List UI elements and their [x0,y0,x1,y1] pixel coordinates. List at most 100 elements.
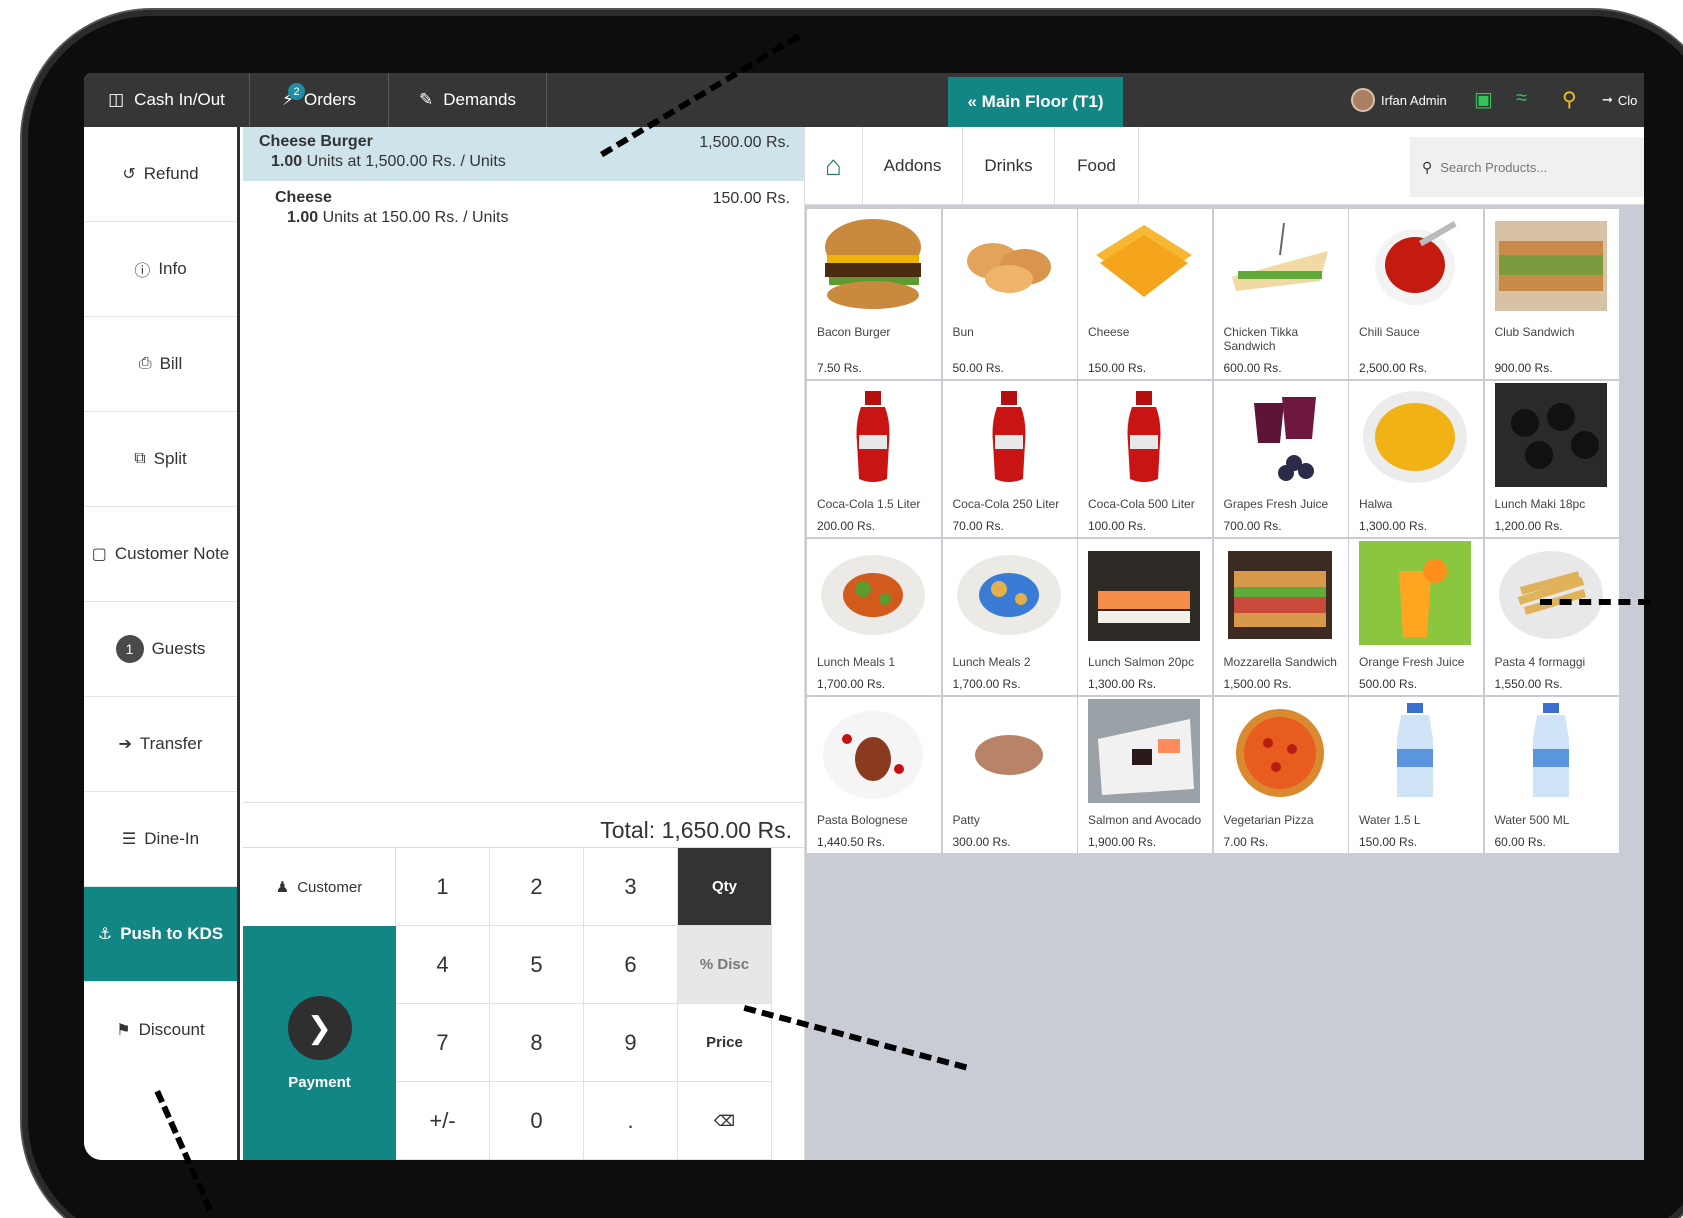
product-card[interactable]: Bun 50.00 Rs. [942,209,1077,379]
close-button[interactable]: ➞ Clo [1602,73,1637,127]
order-line-name: Cheese [275,189,332,206]
product-card[interactable]: Water 1.5 L 150.00 Rs. [1349,697,1483,853]
product-price: 1,500.00 Rs. [1223,677,1292,691]
customer-note-button[interactable]: ▢ Customer Note [84,507,237,602]
product-card[interactable]: Cheese 150.00 Rs. [1078,209,1212,379]
order-line-price: 150.00 Rs. [712,190,790,207]
info-icon: ⓘ [134,263,151,280]
product-card[interactable]: Grapes Fresh Juice 700.00 Rs. [1213,381,1348,537]
undo-icon: ↺ [122,166,136,183]
keypad-key[interactable]: 8 [490,1004,584,1082]
customer-button[interactable]: ♟ Customer [243,848,396,926]
order-line[interactable]: Cheese 150.00 Rs. 1.00 Units at 150.00 R… [243,183,804,237]
wifi-icon[interactable]: ≈ [1516,87,1527,110]
product-card[interactable]: Lunch Maki 18pc 1,200.00 Rs. [1484,381,1619,537]
category-drinks[interactable]: Drinks [963,127,1055,205]
unlock-icon[interactable]: ⚲ [1562,87,1577,112]
product-card[interactable]: Patty 300.00 Rs. [942,697,1077,853]
keypad-key[interactable]: Price [678,1004,772,1082]
category-food[interactable]: Food [1055,127,1139,205]
bill-button[interactable]: ⎙ Bill [84,317,237,412]
product-card[interactable]: Mozzarella Sandwich 1,500.00 Rs. [1213,539,1348,695]
transfer-button[interactable]: ➔ Transfer [84,697,237,792]
tag-icon: ⚑ [116,1021,131,1039]
guests-button[interactable]: 1 Guests [84,602,237,697]
discount-button[interactable]: ⚑ Discount [84,982,237,1077]
push-to-kds-button[interactable]: ⚓ Push to KDS [84,887,237,982]
product-card[interactable]: Coca-Cola 250 Liter 70.00 Rs. [942,381,1077,537]
keypad-key[interactable]: ⌫ [678,1082,772,1160]
keypad-key[interactable]: 6 [584,926,678,1004]
product-image [1084,697,1204,805]
note-icon: ▢ [91,546,107,563]
product-card[interactable]: Halwa 1,300.00 Rs. [1349,381,1483,537]
monitor-icon[interactable]: ▣ [1474,87,1493,112]
product-card[interactable]: Water 500 ML 60.00 Rs. [1484,697,1619,853]
product-image [1355,381,1475,489]
product-name: Chili Sauce [1359,325,1420,339]
split-button[interactable]: ⧉ Split [84,412,237,507]
product-card[interactable]: Pasta 4 formaggi 1,550.00 Rs. [1484,539,1619,695]
home-category-button[interactable]: ⌂ [805,127,863,205]
order-line-qty: 1.00 [287,209,319,226]
product-price: 600.00 Rs. [1223,361,1282,375]
order-line[interactable]: Cheese Burger 1,500.00 Rs. 1.00 Units at… [243,127,804,181]
push-kds-label: Push to KDS [120,924,224,943]
product-card[interactable]: Chili Sauce 2,500.00 Rs. [1349,209,1483,379]
keypad-key[interactable]: 2 [490,848,584,926]
payment-button[interactable]: ❯ Payment [243,926,396,1160]
product-image [1491,697,1611,805]
product-price: 1,900.00 Rs. [1088,835,1157,849]
product-card[interactable]: Bacon Burger 7.50 Rs. [807,209,941,379]
product-card[interactable]: Pasta Bolognese 1,440.50 Rs. [807,697,941,853]
dine-in-button[interactable]: ☰ Dine-In [84,792,237,887]
product-card[interactable]: Chicken Tikka Sandwich 600.00 Rs. [1213,209,1348,379]
orders-button[interactable]: ⚡ 2 Orders [250,73,389,127]
cash-in-out-button[interactable]: ◫ Cash In/Out [84,73,250,127]
product-card[interactable]: Orange Fresh Juice 500.00 Rs. [1349,539,1483,695]
product-name: Lunch Salmon 20pc [1088,655,1195,669]
demands-button[interactable]: ✎ Demands [389,73,547,127]
keypad-key[interactable]: 1 [396,848,490,926]
product-card[interactable]: Lunch Meals 2 1,700.00 Rs. [942,539,1077,695]
discount-label: Discount [138,1019,205,1039]
product-card[interactable]: Vegetarian Pizza 7.00 Rs. [1213,697,1348,853]
dine-in-label: Dine-In [144,829,200,848]
keypad-key[interactable]: 3 [584,848,678,926]
keypad-key[interactable]: 4 [396,926,490,1004]
pos-screen: ◫ Cash In/Out ⚡ 2 Orders ✎ Demands « Mai… [84,73,1644,1160]
product-card[interactable]: Lunch Meals 1 1,700.00 Rs. [807,539,941,695]
product-card[interactable]: Lunch Salmon 20pc 1,300.00 Rs. [1078,539,1212,695]
info-button[interactable]: ⓘ Info [84,222,237,317]
product-price: 7.50 Rs. [817,361,862,375]
keypad-key[interactable]: . [584,1082,678,1160]
product-name: Water 1.5 L [1359,813,1421,827]
product-name: Pasta 4 formaggi [1494,655,1586,669]
keypad-key[interactable]: Qty [678,848,772,926]
keypad-key[interactable]: % Disc [678,926,772,1004]
split-label: Split [153,449,187,468]
search-input[interactable] [1440,159,1591,175]
keypad-key[interactable]: 0 [490,1082,584,1160]
product-price: 900.00 Rs. [1494,361,1553,375]
main-floor-button[interactable]: « Main Floor (T1) [948,77,1123,127]
product-card[interactable]: Coca-Cola 500 Liter 100.00 Rs. [1078,381,1212,537]
product-name: Bun [952,325,974,339]
chevron-right-icon: ❯ [287,996,352,1060]
keypad-key[interactable]: 7 [396,1004,490,1082]
product-name: Coca-Cola 250 Liter [952,497,1060,511]
search-box[interactable]: ⚲ [1410,137,1644,197]
product-card[interactable]: Salmon and Avocado 1,900.00 Rs. [1078,697,1212,853]
product-card[interactable]: Coca-Cola 1.5 Liter 200.00 Rs. [807,381,941,537]
cash-label: Cash In/Out [134,90,225,109]
product-name: Pasta Bolognese [817,813,908,827]
user-menu[interactable]: Irfan Admin [1351,73,1447,127]
product-card[interactable]: Club Sandwich 900.00 Rs. [1484,209,1619,379]
keypad-key[interactable]: 5 [490,926,584,1004]
category-addons[interactable]: Addons [863,127,963,205]
product-price: 2,500.00 Rs. [1359,361,1428,375]
keypad-key[interactable]: 9 [584,1004,678,1082]
customer-label: Customer [297,878,363,896]
refund-button[interactable]: ↺ Refund [84,127,237,222]
keypad-key[interactable]: +/- [396,1082,490,1160]
